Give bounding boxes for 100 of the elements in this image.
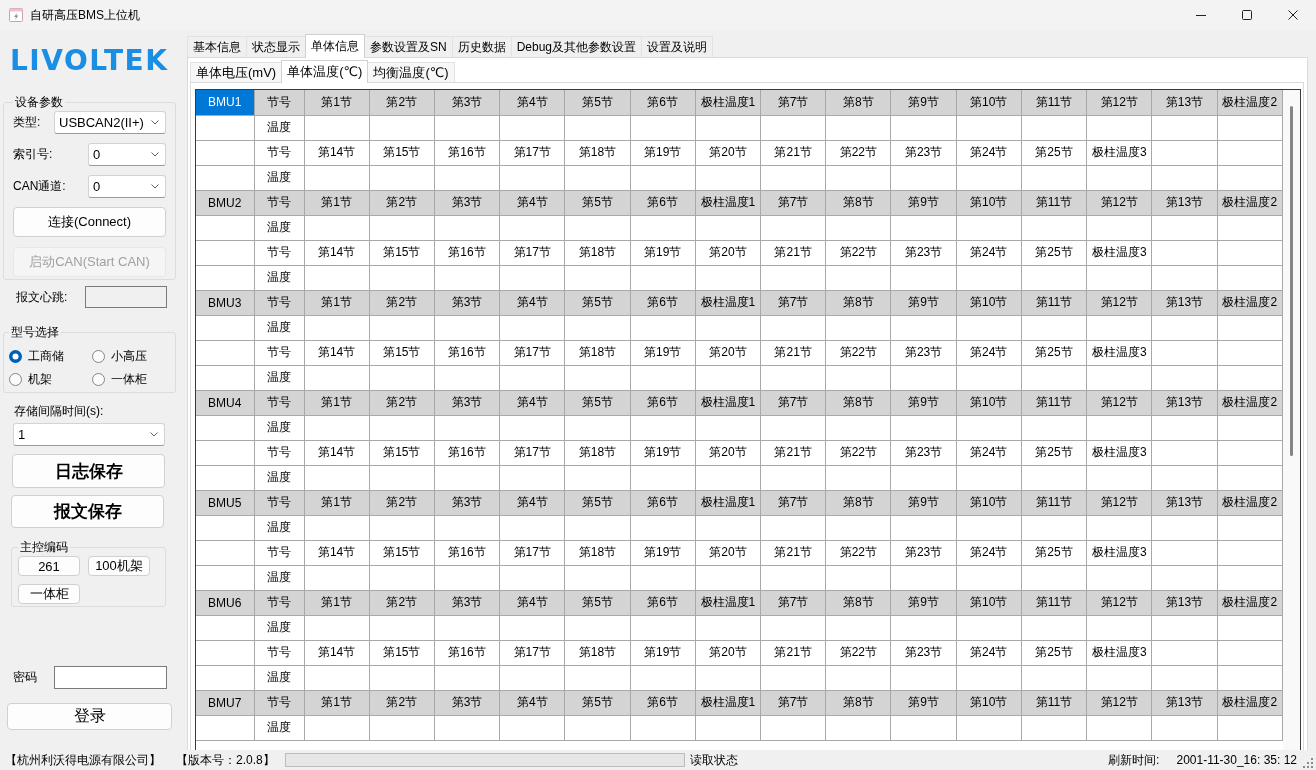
- table-cell: [1021, 415, 1087, 440]
- chevron-down-icon: [150, 432, 158, 437]
- radio-button[interactable]: 一体柜: [92, 370, 175, 388]
- table-cell: [825, 415, 891, 440]
- table-cell: [304, 565, 370, 590]
- table-cell: 第19节: [630, 240, 696, 265]
- dropdown[interactable]: USBCAN2(II+): [54, 111, 166, 134]
- table-cell: [434, 715, 500, 740]
- vertical-scrollbar[interactable]: [1283, 90, 1300, 750]
- radio-button[interactable]: 机架: [9, 370, 92, 388]
- table-cell: 极柱温度3: [1086, 240, 1152, 265]
- header-cell: 第8节: [825, 90, 891, 115]
- dropdown[interactable]: 0: [88, 143, 166, 166]
- code-button[interactable]: 一体柜: [18, 584, 80, 604]
- table-cell: [369, 715, 435, 740]
- table-cell: 温度: [254, 315, 304, 340]
- resize-grip-icon[interactable]: [1303, 758, 1313, 768]
- table-cell: [630, 165, 696, 190]
- table-cell: [369, 565, 435, 590]
- table-cell: [1086, 415, 1152, 440]
- table-cell: [1086, 515, 1152, 540]
- table-cell: [1217, 615, 1283, 640]
- header-cell: 第12节: [1086, 90, 1152, 115]
- table-cell: [304, 465, 370, 490]
- dropdown[interactable]: 1: [13, 423, 165, 446]
- password-field[interactable]: [54, 666, 167, 689]
- table-cell: [695, 715, 761, 740]
- log-save-button[interactable]: 日志保存: [12, 454, 165, 488]
- table-cell: 第18节: [564, 640, 631, 665]
- table-cell: [1021, 465, 1087, 490]
- table-cell: [1217, 240, 1283, 265]
- app-icon: [8, 7, 24, 23]
- table-cell: 节号: [254, 240, 304, 265]
- table-cell: [196, 365, 254, 390]
- table-cell: 第15节: [369, 540, 435, 565]
- table-cell: [760, 415, 826, 440]
- code-button[interactable]: 100机架: [88, 556, 150, 576]
- table-cell: [564, 315, 631, 340]
- table-cell: [630, 665, 696, 690]
- table-cell: [695, 265, 761, 290]
- bmu-cell[interactable]: BMU6: [196, 590, 254, 615]
- table-cell: [1086, 315, 1152, 340]
- field-label: 类型:: [13, 114, 42, 131]
- table-cell: [564, 715, 631, 740]
- refresh-time: 2001-11-30_16: 35: 12: [1176, 753, 1297, 767]
- table-cell: [695, 215, 761, 240]
- table-cell: [890, 515, 957, 540]
- table-cell: [1021, 715, 1087, 740]
- table-cell: [1086, 465, 1152, 490]
- table-cell: [499, 665, 565, 690]
- table-cell: [1217, 440, 1283, 465]
- company-label: 【杭州利沃得电源有限公司】: [5, 751, 161, 769]
- table-cell: [1151, 215, 1218, 240]
- table-cell: [369, 365, 435, 390]
- table-cell: [760, 365, 826, 390]
- bmu-cell[interactable]: BMU7: [196, 690, 254, 715]
- bmu-cell[interactable]: BMU2: [196, 190, 254, 215]
- header-cell: 第13节: [1151, 90, 1218, 115]
- table-cell: [956, 265, 1022, 290]
- field-label: 存储间隔时间(s):: [14, 403, 104, 419]
- table-cell: 第19节: [630, 140, 696, 165]
- table-cell: [499, 265, 565, 290]
- table-cell: 第25节: [1021, 440, 1087, 465]
- dropdown[interactable]: 0: [88, 175, 166, 198]
- bmu-cell[interactable]: BMU4: [196, 390, 254, 415]
- bmu-cell[interactable]: BMU5: [196, 490, 254, 515]
- table-cell: [956, 165, 1022, 190]
- table-cell: [695, 515, 761, 540]
- table-cell: [304, 115, 370, 140]
- table-cell: [434, 215, 500, 240]
- table-cell: [1217, 665, 1283, 690]
- table-cell: [196, 515, 254, 540]
- radio-button[interactable]: 小高压: [92, 347, 175, 365]
- table-cell: [695, 365, 761, 390]
- table-cell: [1021, 115, 1087, 140]
- table-cell: [196, 215, 254, 240]
- tab[interactable]: 单体温度(℃): [281, 60, 369, 83]
- connect-button[interactable]: 连接(Connect): [13, 207, 166, 237]
- table-cell: [1086, 615, 1152, 640]
- header-cell: 第6节: [630, 90, 696, 115]
- scrollbar-thumb[interactable]: [1290, 106, 1293, 456]
- tab[interactable]: 基本信息: [187, 36, 247, 58]
- radio-button[interactable]: 工商储: [9, 347, 92, 365]
- tab[interactable]: 单体电压(mV): [190, 62, 283, 83]
- status-text: 读取状态: [689, 751, 738, 769]
- field-label: CAN通道:: [13, 178, 67, 195]
- table-cell: [196, 240, 254, 265]
- code-button[interactable]: 261: [18, 556, 80, 576]
- bmu-cell[interactable]: BMU3: [196, 290, 254, 315]
- tab[interactable]: 单体信息: [305, 34, 365, 58]
- tab[interactable]: 设置及说明: [641, 36, 714, 58]
- table-cell: [196, 565, 254, 590]
- message-save-button[interactable]: 报文保存: [11, 495, 164, 528]
- table-cell: [304, 265, 370, 290]
- maximize-icon: [1242, 10, 1252, 20]
- table-cell: [1151, 415, 1218, 440]
- table-cell: [956, 715, 1022, 740]
- login-button[interactable]: 登录: [7, 703, 172, 730]
- bmu-cell[interactable]: BMU1: [196, 90, 254, 115]
- table-cell: [1151, 240, 1218, 265]
